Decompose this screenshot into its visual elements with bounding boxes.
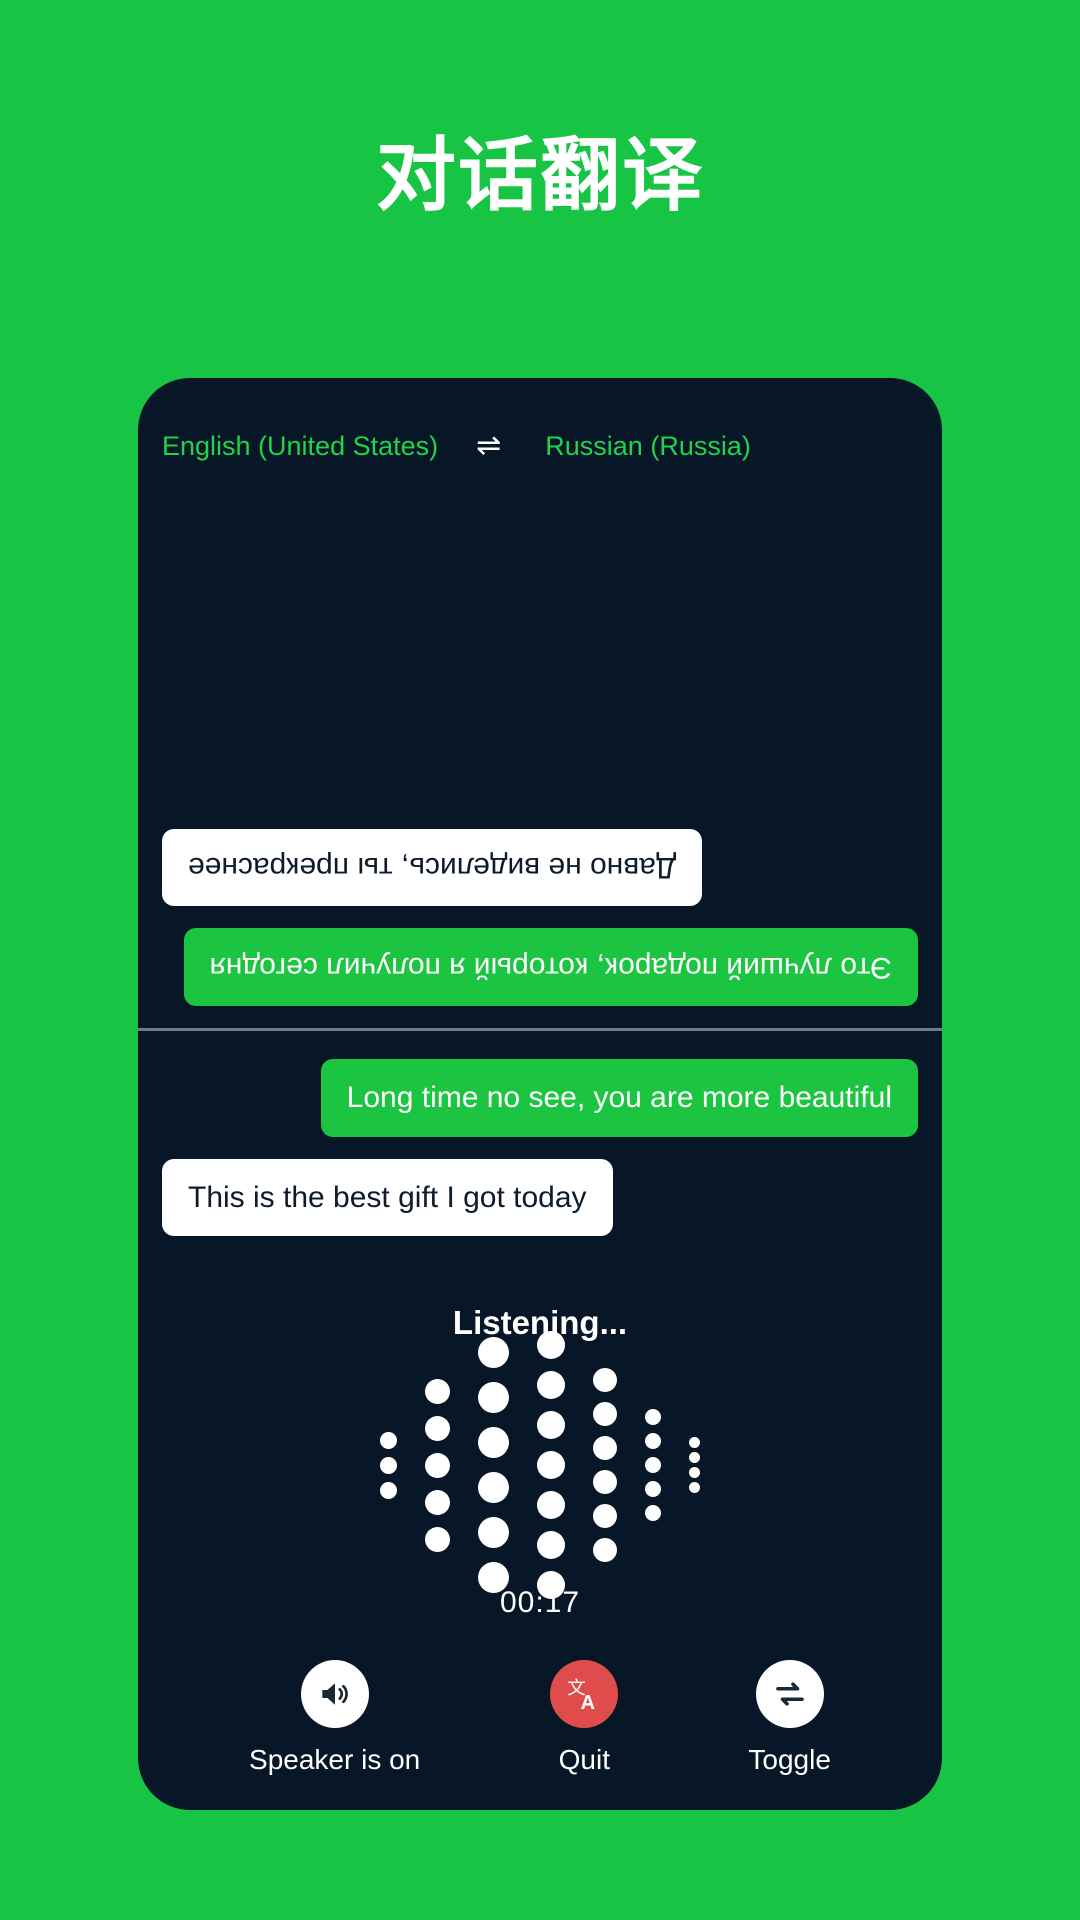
waveform-dot <box>645 1457 661 1473</box>
waveform-dot <box>478 1517 509 1548</box>
waveform-dot <box>593 1368 617 1392</box>
swap-languages-icon[interactable]: ⇌ <box>476 431 501 461</box>
speaker-button-label: Speaker is on <box>249 1744 421 1775</box>
toggle-button[interactable]: Toggle <box>748 1660 831 1776</box>
waveform-dot <box>645 1505 661 1521</box>
message-bubble[interactable]: Давно не виделись, ты прекраснее <box>162 829 703 907</box>
toggle-button-label: Toggle <box>748 1744 831 1775</box>
message-row: Это лучший подарок, который я получил се… <box>162 907 918 1006</box>
message-bubble[interactable]: Это лучший подарок, который я получил се… <box>183 928 918 1006</box>
phone-frame: English (United States) ⇌ Russian (Russi… <box>138 378 942 1810</box>
waveform-column <box>689 1435 700 1495</box>
swap-arrows-icon <box>775 1682 804 1706</box>
message-row: Давно не виделись, ты прекраснее <box>162 807 918 907</box>
speaker-on-icon <box>321 1683 348 1705</box>
waveform-column <box>593 1363 617 1567</box>
waveform-dot <box>593 1402 617 1426</box>
waveform-dot <box>478 1427 509 1458</box>
waveform-dot <box>425 1489 450 1515</box>
waveform-dot <box>425 1526 450 1552</box>
waveform-dot <box>537 1411 565 1439</box>
svg-text:A: A <box>581 1692 595 1714</box>
speaker-button[interactable]: Speaker is on <box>249 1660 420 1776</box>
waveform-dot <box>645 1409 661 1425</box>
waveform-dot <box>645 1433 661 1449</box>
waveform-column <box>537 1325 565 1605</box>
waveform-column <box>425 1373 450 1558</box>
waveform-dot <box>689 1437 700 1448</box>
waveform-dot <box>478 1382 509 1413</box>
message-bubble[interactable]: This is the best gift I got today <box>162 1158 613 1236</box>
waveform-column <box>478 1330 509 1600</box>
source-language[interactable]: English (United States) <box>162 431 438 462</box>
speaker-button-circle[interactable] <box>300 1660 369 1728</box>
waveform-dot <box>593 1436 617 1460</box>
waveform-dot <box>425 1452 450 1478</box>
listening-section: Listening... 00:17 <box>138 1258 942 1634</box>
waveform-dot <box>593 1504 617 1528</box>
waveform-dot <box>689 1467 700 1478</box>
translate-icon: 文 A <box>568 1678 596 1714</box>
control-bar: Speaker is on 文 A Quit Toggle <box>138 1634 942 1810</box>
message-row: Long time no see, you are more beautiful <box>162 1059 918 1159</box>
language-selector[interactable]: English (United States) ⇌ Russian (Russi… <box>138 400 942 492</box>
message-row: This is the best gift I got today <box>162 1158 918 1259</box>
waveform-dot <box>645 1481 661 1497</box>
waveform-dot <box>537 1331 565 1359</box>
page-title: 对话翻译 <box>376 128 704 222</box>
audio-waveform <box>380 1331 700 1599</box>
conversation-pane: Long time no see, you are more beautiful… <box>138 1031 942 1258</box>
waveform-dot <box>380 1456 397 1474</box>
waveform-dot <box>689 1482 700 1493</box>
waveform-dot <box>593 1538 617 1562</box>
quit-button-label: Quit <box>558 1744 610 1775</box>
message-bubble[interactable]: Long time no see, you are more beautiful <box>320 1059 918 1137</box>
conversation-pane-rotated: Это лучший подарок, который я получил се… <box>138 492 942 1028</box>
quit-button-circle[interactable]: 文 A <box>550 1660 619 1728</box>
toggle-button-circle[interactable] <box>755 1660 824 1728</box>
waveform-dot <box>425 1415 450 1441</box>
waveform-dot <box>478 1337 509 1368</box>
waveform-dot <box>537 1491 565 1519</box>
waveform-dot <box>380 1431 397 1449</box>
waveform-column <box>380 1428 397 1503</box>
waveform-dot <box>537 1371 565 1399</box>
target-language[interactable]: Russian (Russia) <box>545 431 751 462</box>
waveform-dot <box>537 1451 565 1479</box>
waveform-dot <box>380 1481 397 1499</box>
recording-timer: 00:17 <box>499 1586 581 1619</box>
waveform-dot <box>425 1378 450 1404</box>
waveform-column <box>645 1405 661 1525</box>
waveform-dot <box>593 1470 617 1494</box>
waveform-dot <box>689 1452 700 1463</box>
waveform-dot <box>537 1531 565 1559</box>
quit-button[interactable]: 文 A Quit <box>550 1660 619 1776</box>
waveform-dot <box>478 1472 509 1503</box>
